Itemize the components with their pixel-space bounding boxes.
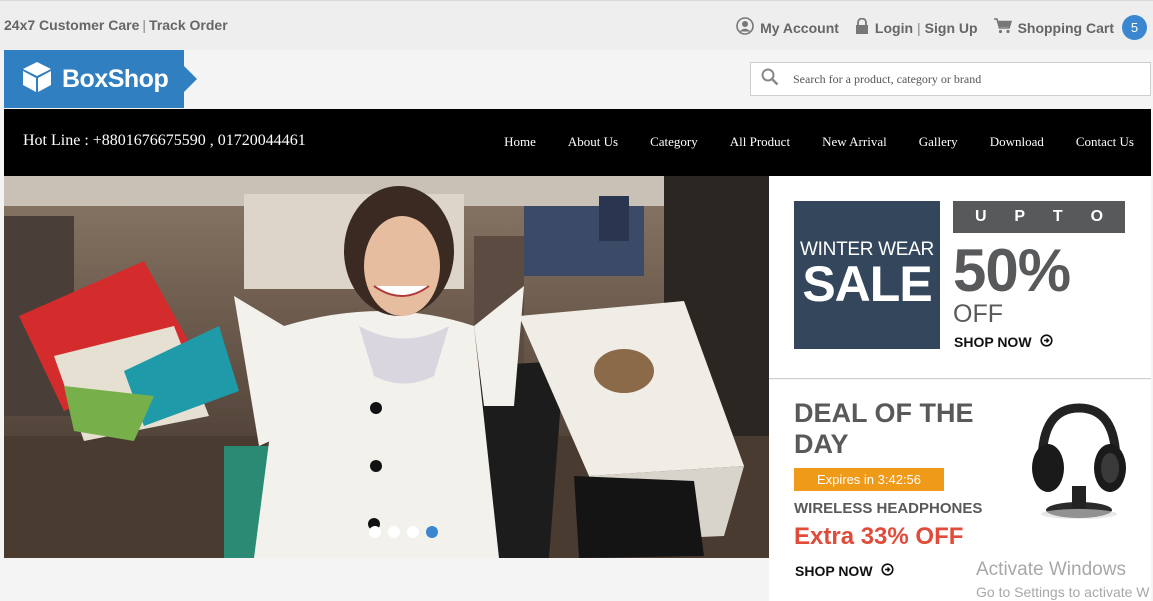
login-group: Login | Sign Up [855, 17, 978, 38]
my-account-label: My Account [760, 19, 839, 36]
activate-windows-watermark: Activate Windows Go to Settings to activ… [976, 559, 1150, 600]
hero-slider[interactable] [4, 176, 769, 558]
slider-dot-3[interactable] [407, 526, 419, 538]
watermark-line1: Activate Windows [976, 559, 1126, 580]
main-navbar: Hot Line : +8801676675590 , 01720044461 … [4, 109, 1151, 176]
slider-dot-1[interactable] [369, 526, 381, 538]
user-icon [736, 17, 754, 38]
nav-item-gallery[interactable]: Gallery [919, 134, 958, 150]
separator: | [142, 17, 147, 33]
search-box [750, 62, 1151, 96]
arrow-circle-icon [880, 563, 894, 579]
my-account-link[interactable]: My Account [736, 17, 839, 38]
sale-line2: SALE [802, 256, 932, 312]
nav-item-new-arrival[interactable]: New Arrival [822, 134, 887, 150]
login-link[interactable]: Login [875, 20, 913, 36]
top-links: 24x7 Customer Care | Track Order [4, 17, 228, 33]
shop-now-label: SHOP NOW [795, 563, 873, 579]
shopping-cart-label: Shopping Cart [1017, 19, 1114, 36]
nav-item-download[interactable]: Download [990, 134, 1044, 150]
signup-link[interactable]: Sign Up [925, 20, 978, 36]
sale-box: WINTER WEAR SALE [794, 201, 940, 349]
deal-product-name: WIRELESS HEADPHONES [794, 500, 983, 517]
slider-dot-4[interactable] [426, 526, 438, 538]
logo[interactable]: BoxShop [4, 50, 197, 108]
nav-item-all-product[interactable]: All Product [730, 134, 790, 150]
arrow-circle-icon [1039, 334, 1053, 350]
nav-item-home[interactable]: Home [504, 134, 536, 150]
upto-letter: U [974, 208, 987, 225]
nav-item-category[interactable]: Category [650, 134, 698, 150]
sale-percent: 50% [953, 237, 1071, 304]
nav-item-about-us[interactable]: About Us [568, 134, 618, 150]
slider-dots [369, 526, 445, 538]
upto-letter: T [1052, 208, 1063, 225]
lock-icon [855, 17, 869, 38]
account-links: My Account Login | Sign Up Shopping Cart… [736, 15, 1147, 40]
cart-icon [993, 18, 1012, 37]
shop-now-label: SHOP NOW [954, 334, 1032, 350]
expires-timer: Expires in 3:42:56 [794, 468, 944, 491]
track-order-link[interactable]: Track Order [149, 17, 228, 33]
separator: | [917, 19, 921, 36]
nav-menu: Home About Us Category All Product New A… [472, 134, 1134, 150]
upto-banner: U P T O [953, 201, 1125, 233]
upto-letter: P [1014, 208, 1026, 225]
box-logo-icon [22, 61, 52, 98]
sale-off: OFF [953, 300, 1003, 328]
search-input[interactable] [793, 71, 1123, 87]
deal-title: DEAL OF THE DAY [794, 398, 974, 459]
deal-discount: Extra 33% OFF [794, 523, 964, 550]
upto-letter: O [1090, 208, 1104, 225]
header: BoxShop [0, 50, 1153, 109]
deal-shop-now-button[interactable]: SHOP NOW [795, 563, 894, 579]
nav-item-contact-us[interactable]: Contact Us [1076, 134, 1134, 150]
shop-now-button[interactable]: SHOP NOW [954, 334, 1053, 350]
customer-care-link[interactable]: 24x7 Customer Care [4, 17, 139, 33]
cart-count-badge: 5 [1122, 15, 1147, 40]
shopping-cart-link[interactable]: Shopping Cart 5 [993, 15, 1147, 40]
search-icon[interactable] [761, 68, 779, 91]
slider-dot-2[interactable] [388, 526, 400, 538]
logo-text: BoxShop [62, 64, 169, 93]
hotline-text: Hot Line : +8801676675590 , 01720044461 [23, 132, 306, 149]
winter-sale-promo: WINTER WEAR SALE U P T O 50% OFF SHOP NO… [769, 176, 1151, 379]
hero-image [4, 176, 769, 558]
watermark-line2: Go to Settings to activate W [976, 584, 1150, 600]
top-bar: 24x7 Customer Care | Track Order My Accoun… [0, 0, 1153, 50]
headphones-image[interactable] [1024, 398, 1134, 528]
